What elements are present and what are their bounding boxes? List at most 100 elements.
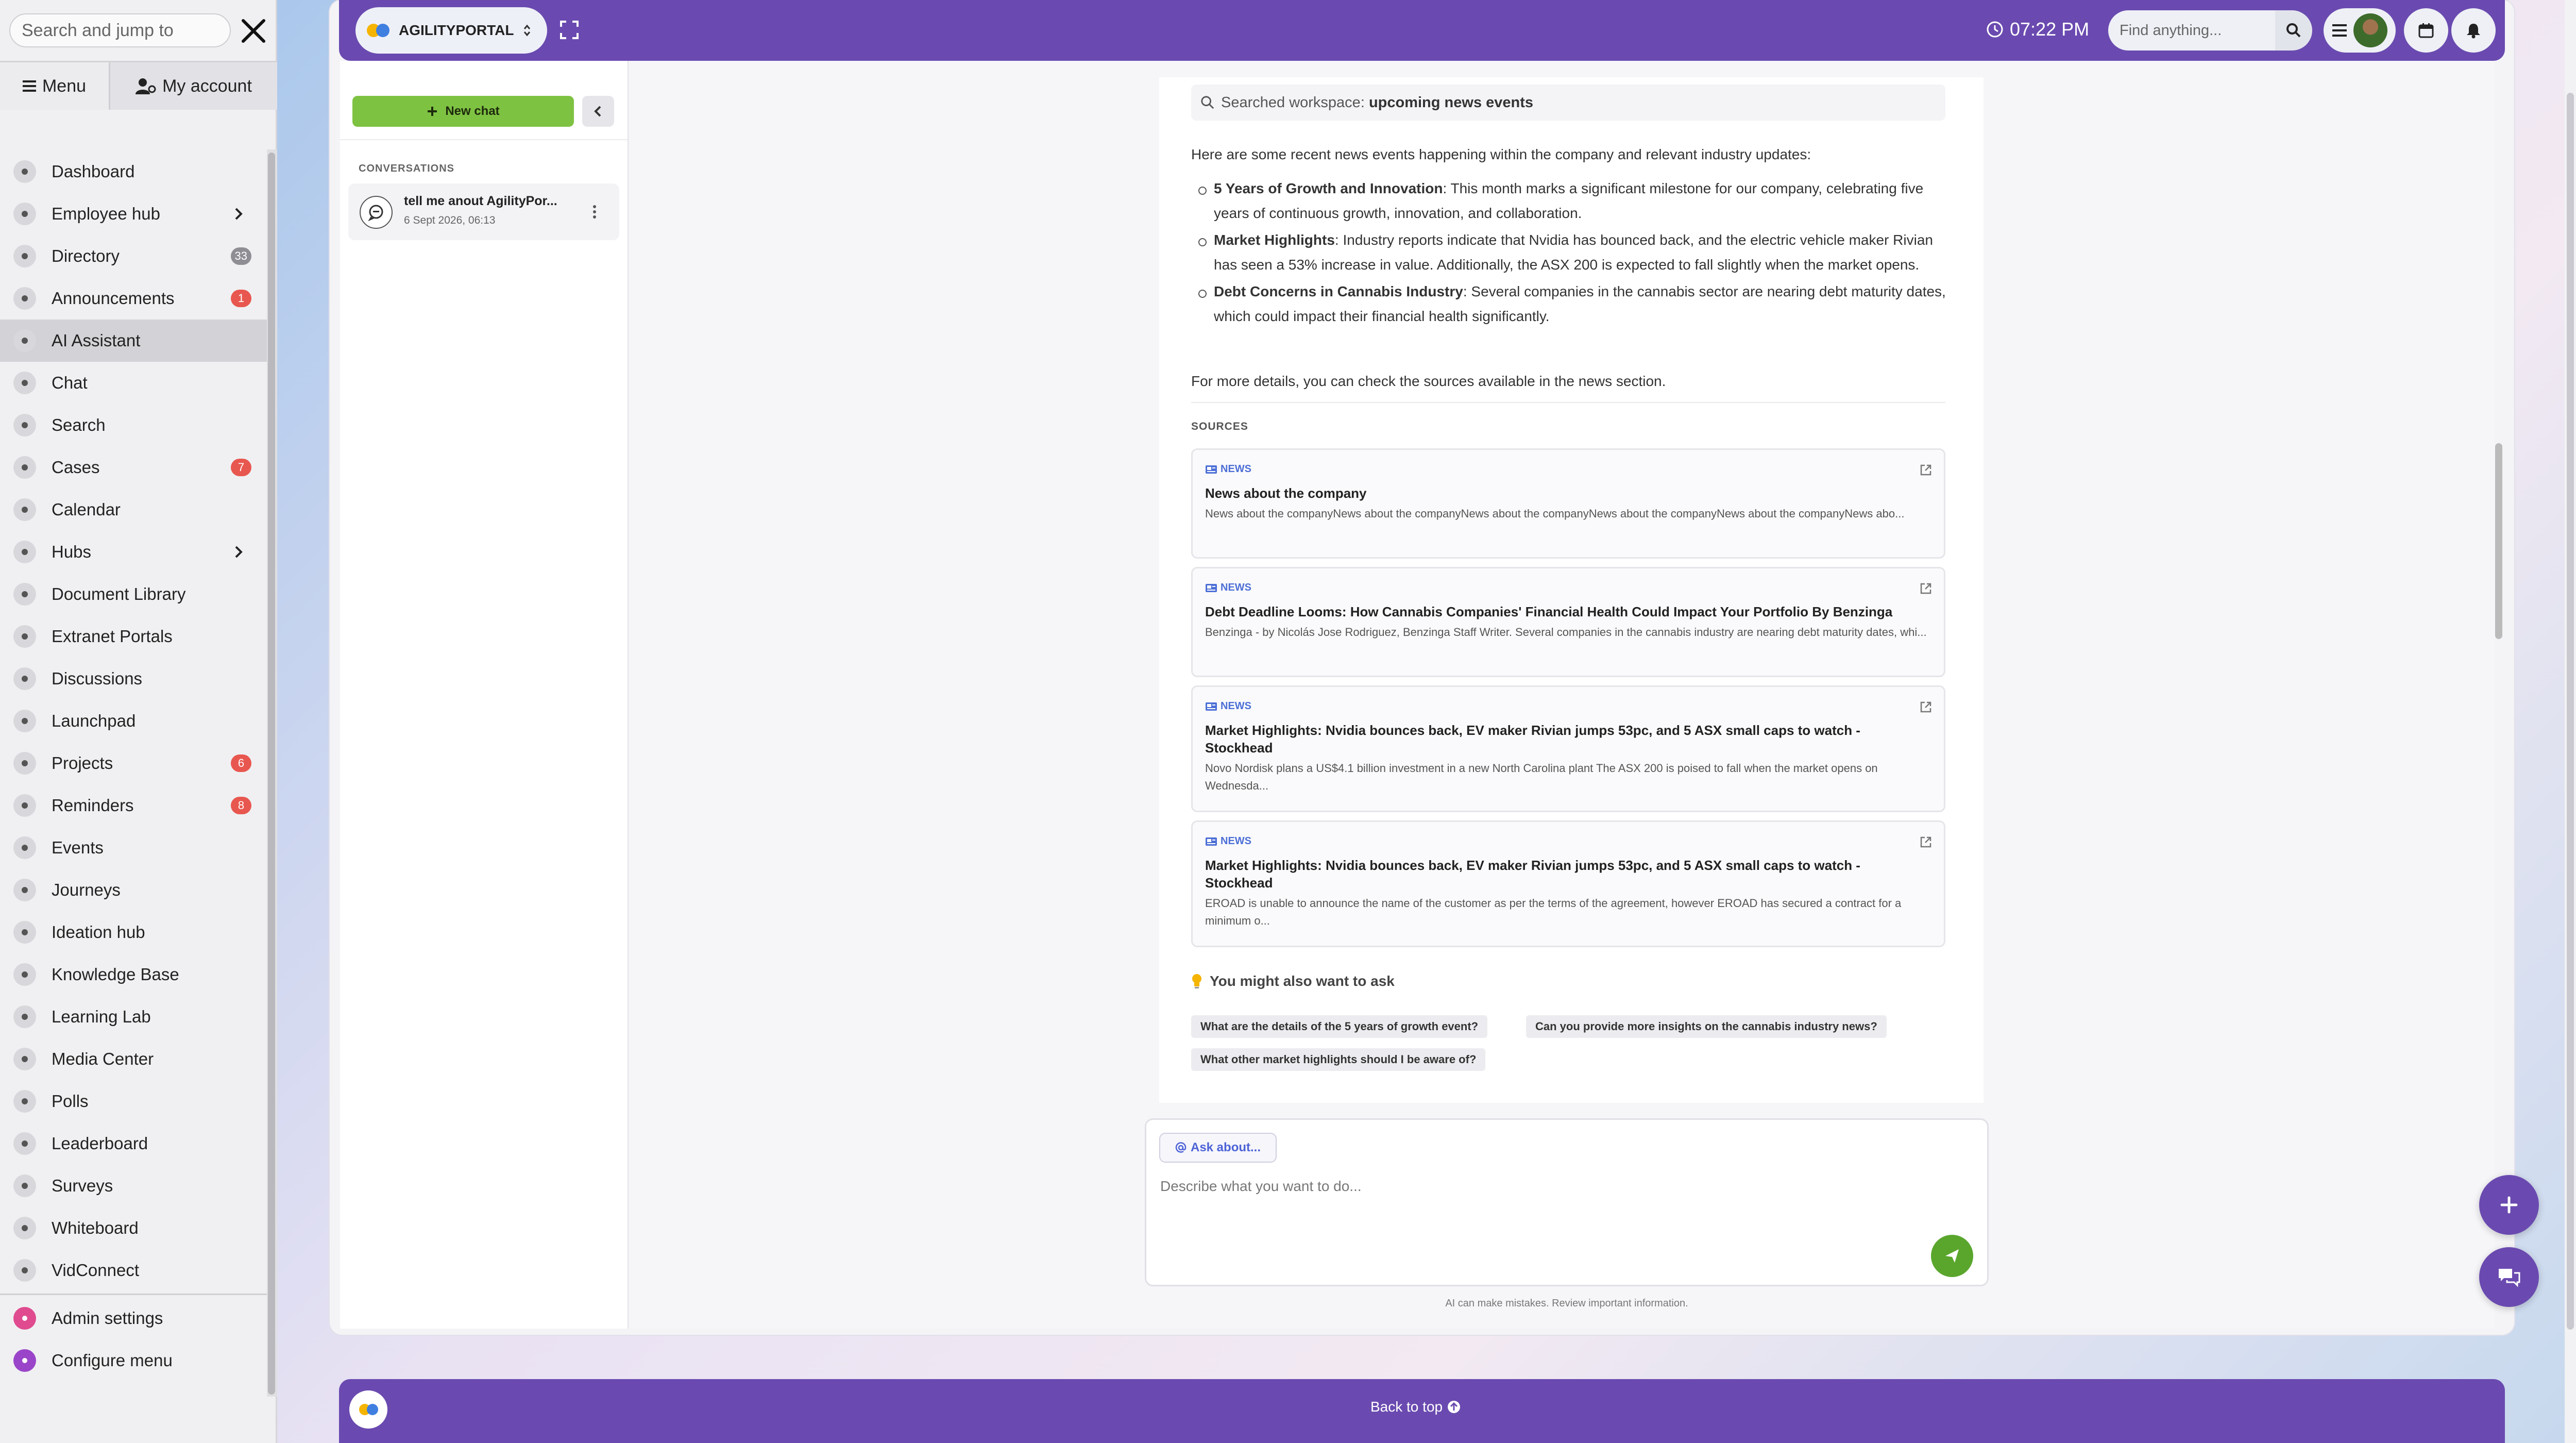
sidebar-item-label: Leaderboard [52, 1134, 148, 1153]
sidebar-item-directory[interactable]: Directory 33 [0, 235, 267, 277]
bell-icon [2467, 24, 2480, 39]
chat-icon [13, 372, 36, 394]
external-link-icon[interactable] [1919, 582, 1933, 595]
leaderboard-icon [13, 1132, 36, 1155]
employee-hub-icon [13, 203, 36, 225]
back-to-top-label: Back to top [1370, 1399, 1443, 1415]
sidebar-item-extranet-portals[interactable]: Extranet Portals [0, 615, 267, 658]
sidebar-item-label: Media Center [52, 1049, 154, 1068]
sidebar-item-dashboard[interactable]: Dashboard [0, 150, 267, 193]
ai-assistant-icon [13, 329, 36, 352]
sidebar-item-ai-assistant[interactable]: AI Assistant [0, 320, 267, 362]
conversations-heading: CONVERSATIONS [359, 163, 454, 174]
source-title: Market Highlights: Nvidia bounces back, … [1205, 723, 1860, 756]
sidebar-item-vidconnect[interactable]: VidConnect [0, 1249, 267, 1291]
conversation-sidebar [340, 61, 629, 1329]
message-bullet-list: 5 Years of Growth and Innovation: This m… [1198, 176, 1946, 331]
external-link-icon[interactable] [1919, 835, 1933, 849]
sidebar-item-learning-lab[interactable]: Learning Lab [0, 996, 267, 1038]
external-link-icon[interactable] [1919, 700, 1933, 714]
suggestion-chip[interactable]: What are the details of the 5 years of g… [1191, 1015, 1488, 1038]
sidebar-item-label: Surveys [52, 1176, 113, 1195]
new-chat-button[interactable]: New chat [352, 96, 574, 127]
user-menu-button[interactable] [2324, 8, 2396, 53]
source-card[interactable]: NEWS Market Highlights: Nvidia bounces b… [1191, 820, 1945, 947]
find-anything-input[interactable]: Find anything... [2108, 10, 2275, 51]
sidebar-item-label: Admin settings [52, 1308, 163, 1328]
projects-icon [13, 752, 36, 775]
search-jump-input[interactable]: Search and jump to [9, 13, 231, 47]
tab-menu-label: Menu [42, 76, 87, 96]
sidebar-item-employee-hub[interactable]: Employee hub [0, 193, 267, 235]
chat-scrollbar-thumb[interactable] [2495, 443, 2502, 639]
sidebar-item-whiteboard[interactable]: Whiteboard [0, 1207, 267, 1249]
sidebar-item-configure-menu[interactable]: Configure menu [0, 1339, 267, 1382]
sidebar-item-polls[interactable]: Polls [0, 1080, 267, 1122]
external-link-icon[interactable] [1919, 463, 1933, 477]
sidebar-item-hubs[interactable]: Hubs [0, 531, 267, 573]
sidebar-item-admin-settings[interactable]: Admin settings [0, 1297, 267, 1339]
suggestions-heading: You might also want to ask [1191, 973, 1395, 989]
quick-add-button[interactable] [2479, 1175, 2539, 1235]
sidebar-item-knowledge-base[interactable]: Knowledge Base [0, 953, 267, 996]
tab-menu[interactable]: Menu [0, 62, 110, 110]
clock: 07:22 PM [1986, 19, 2089, 40]
left-nav-scrollbar-thumb[interactable] [268, 153, 275, 1395]
source-snippet: EROAD is unable to announce the name of … [1205, 897, 1902, 927]
back-to-top-link[interactable]: Back to top [1370, 1399, 1461, 1415]
sidebar-item-journeys[interactable]: Journeys [0, 869, 267, 911]
newspaper-icon [1206, 702, 1217, 711]
sidebar-item-reminders[interactable]: Reminders 8 [0, 784, 267, 827]
sidebar-item-search[interactable]: Search [0, 404, 267, 446]
search-icon [2286, 23, 2301, 38]
list-item: Debt Concerns in Cannabis Industry: Seve… [1198, 279, 1946, 329]
send-button[interactable] [1931, 1235, 1973, 1277]
sidebar-item-document-library[interactable]: Document Library [0, 573, 267, 615]
tab-my-account[interactable]: My account [110, 62, 277, 110]
source-title: Market Highlights: Nvidia bounces back, … [1205, 858, 1860, 891]
collapse-sidebar-button[interactable] [582, 96, 614, 127]
sidebar-item-announcements[interactable]: Announcements 1 [0, 277, 267, 320]
close-icon[interactable] [238, 15, 269, 46]
sidebar-item-label: Configure menu [52, 1351, 173, 1370]
tab-my-account-label: My account [162, 76, 252, 96]
avatar [2353, 13, 2387, 47]
sidebar-item-projects[interactable]: Projects 6 [0, 742, 267, 784]
knowledge-base-icon [13, 963, 36, 986]
searched-prefix: Searched workspace: [1221, 94, 1365, 111]
sidebar-item-events[interactable]: Events [0, 827, 267, 869]
sidebar-item-label: Discussions [52, 669, 143, 688]
sidebar-item-cases[interactable]: Cases 7 [0, 446, 267, 489]
calendar-button[interactable] [2404, 8, 2448, 53]
composer-text-input[interactable]: Describe what you want to do... [1160, 1178, 1362, 1195]
source-card[interactable]: NEWS News about the company News about t… [1191, 448, 1945, 559]
message-intro: Here are some recent news events happeni… [1191, 146, 1811, 162]
notifications-button[interactable] [2451, 8, 2496, 53]
chevron-right-icon[interactable] [231, 206, 246, 222]
source-snippet: News about the companyNews about the com… [1205, 507, 1905, 520]
suggestion-chip[interactable]: What other market highlights should I be… [1191, 1048, 1486, 1071]
portal-switcher-button[interactable]: AGILITYPORTAL [355, 7, 547, 54]
count-badge: 7 [231, 459, 251, 476]
sidebar-item-chat[interactable]: Chat [0, 362, 267, 404]
sidebar-item-discussions[interactable]: Discussions [0, 658, 267, 700]
ask-about-button[interactable]: Ask about... [1159, 1133, 1277, 1163]
sidebar-item-ideation-hub[interactable]: Ideation hub [0, 911, 267, 953]
open-chat-button[interactable] [2479, 1247, 2539, 1307]
sidebar-item-media-center[interactable]: Media Center [0, 1038, 267, 1080]
source-card[interactable]: NEWS Debt Deadline Looms: How Cannabis C… [1191, 567, 1945, 677]
more-vertical-icon[interactable] [589, 204, 600, 220]
newspaper-icon [1206, 465, 1217, 474]
chevron-right-icon[interactable] [231, 544, 246, 560]
sidebar-item-launchpad[interactable]: Launchpad [0, 700, 267, 742]
dashboard-icon [13, 160, 36, 183]
sidebar-item-calendar[interactable]: Calendar [0, 489, 267, 531]
suggestion-chip[interactable]: Can you provide more insights on the can… [1526, 1015, 1887, 1038]
fullscreen-icon[interactable] [559, 20, 580, 40]
source-card[interactable]: NEWS Market Highlights: Nvidia bounces b… [1191, 685, 1945, 812]
launchpad-icon [13, 710, 36, 732]
sidebar-item-leaderboard[interactable]: Leaderboard [0, 1122, 267, 1165]
page-scrollbar-thumb[interactable] [2567, 93, 2574, 1330]
sidebar-item-surveys[interactable]: Surveys [0, 1165, 267, 1207]
events-icon [13, 836, 36, 859]
